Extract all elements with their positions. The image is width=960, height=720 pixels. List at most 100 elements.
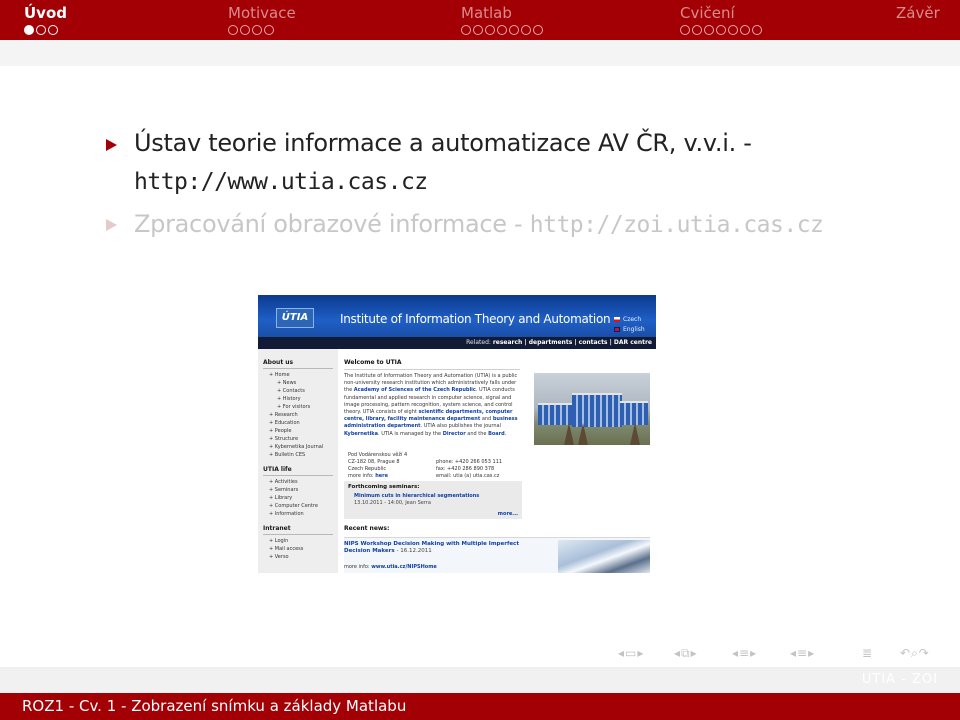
section-next-icon[interactable]: ▸ xyxy=(750,646,756,660)
nav-dots-uvod xyxy=(24,25,58,35)
frame-dot-icon[interactable] xyxy=(240,25,250,35)
frame-prev-icon[interactable]: ◂ xyxy=(674,646,680,660)
nav-section-zaver[interactable]: Závěr xyxy=(896,4,940,22)
czech-flag-icon xyxy=(614,317,620,322)
section-navigation-bar: Úvod Motivace Matlab Cvičení Závěr xyxy=(0,0,960,40)
frame-dot-icon[interactable] xyxy=(509,25,519,35)
related-links[interactable]: research | departments | contacts | DAR … xyxy=(493,339,652,346)
site-sidebar: About us + Home + News + Contacts + Hist… xyxy=(258,349,338,573)
sidebar-link[interactable]: + Research xyxy=(263,411,338,419)
frame-dot-icon[interactable] xyxy=(521,25,531,35)
intro-paragraph: The Institute of Information Theory and … xyxy=(344,373,522,438)
sidebar-link[interactable]: + Information xyxy=(263,510,338,518)
sidebar-intranet: Intranet + Login + Mail access + Verso xyxy=(263,525,338,561)
news-more-link[interactable]: www.utia.cz/NIPSHome xyxy=(371,564,437,570)
frame-dot-icon[interactable] xyxy=(716,25,726,35)
frame-dot-icon[interactable] xyxy=(24,25,34,35)
site-header: ÚTIA Institute of Information Theory and… xyxy=(258,295,656,337)
frame-dot-icon[interactable] xyxy=(461,25,471,35)
search-back-icon[interactable]: ↶ xyxy=(900,646,910,660)
search-icon[interactable]: ⌕ xyxy=(911,646,918,660)
slide-prev-icon[interactable]: ◂ xyxy=(618,646,624,660)
section-icon: ≡ xyxy=(739,646,750,660)
sidebar-link[interactable]: + People xyxy=(263,427,338,435)
sidebar-link[interactable]: + Education xyxy=(263,419,338,427)
frame-dot-icon[interactable] xyxy=(692,25,702,35)
bullet-arrow-icon xyxy=(106,219,117,231)
sidebar-link[interactable]: + News xyxy=(263,379,338,387)
news-item: NIPS Workshop Decision Making with Multi… xyxy=(344,541,534,555)
intro-text: . UTIA is managed by the xyxy=(378,430,443,437)
frame-icon: ⧉ xyxy=(681,646,690,660)
frame-dot-icon[interactable] xyxy=(36,25,46,35)
nav-section: ◂≡▸ xyxy=(732,646,757,660)
sidebar-link[interactable]: + Computer Centre xyxy=(263,502,338,510)
frame-next-icon[interactable]: ▸ xyxy=(691,646,697,660)
nav-section-matlab[interactable]: Matlab xyxy=(461,4,512,22)
frame-dot-icon[interactable] xyxy=(728,25,738,35)
subsection-next-icon[interactable]: ▸ xyxy=(808,646,814,660)
lang-czech[interactable]: Czech xyxy=(614,316,641,323)
sidebar-link[interactable]: + Library xyxy=(263,494,338,502)
sidebar-link[interactable]: + Home xyxy=(263,371,338,379)
seminar-date: 13.10.2011 - 14:00, Jean Serra xyxy=(354,499,431,506)
address-more-link[interactable]: here xyxy=(375,473,388,479)
sidebar-link[interactable]: + Seminars xyxy=(263,486,338,494)
intro-link[interactable]: Director xyxy=(443,431,466,437)
sidebar-link[interactable]: + Contacts xyxy=(263,387,338,395)
frame-dot-icon[interactable] xyxy=(252,25,262,35)
frame-dot-icon[interactable] xyxy=(228,25,238,35)
frame-dot-icon[interactable] xyxy=(533,25,543,35)
nav-subsection: ◂≡▸ xyxy=(790,646,815,660)
news-photo xyxy=(558,540,650,573)
uk-flag-icon xyxy=(614,327,620,332)
frame-dot-icon[interactable] xyxy=(740,25,750,35)
lang-czech-label: Czech xyxy=(623,316,642,323)
nav-align: ≣ xyxy=(862,646,873,660)
sidebar-link[interactable]: + Kybernetika Journal xyxy=(263,443,338,451)
related-prefix: Related: xyxy=(466,339,491,346)
frame-dot-icon[interactable] xyxy=(264,25,274,35)
footer-upper-bar xyxy=(0,667,960,693)
intro-link[interactable]: Academy of Sciences of the Czech Republi… xyxy=(354,387,476,393)
intro-link[interactable]: Board xyxy=(488,431,505,437)
intro-text: . xyxy=(504,430,507,437)
sidebar-link[interactable]: + History xyxy=(263,395,338,403)
lang-english[interactable]: English xyxy=(614,326,645,333)
intro-link[interactable]: Kybernetika xyxy=(344,431,378,437)
address-line: Pod Vodárenskou věží 4 xyxy=(348,452,408,458)
frame-dot-icon[interactable] xyxy=(497,25,507,35)
frame-dot-icon[interactable] xyxy=(48,25,58,35)
nav-section-uvod[interactable]: Úvod xyxy=(24,4,67,22)
email-text[interactable]: email: utia (a) utia.cas.cz xyxy=(436,473,502,480)
item-zoi-url[interactable]: http://zoi.utia.cas.cz xyxy=(530,212,824,238)
sidebar-link[interactable]: + For visitors xyxy=(263,403,338,411)
seminars-box: Forthcoming seminars: Minimum cuts in hi… xyxy=(344,481,522,519)
nav-section-cviceni[interactable]: Cvičení xyxy=(680,4,735,22)
frame-dot-icon[interactable] xyxy=(752,25,762,35)
frame-dot-icon[interactable] xyxy=(473,25,483,35)
postal-address: Pod Vodárenskou věží 4 CZ-182 08, Prague… xyxy=(348,452,407,480)
sidebar-link[interactable]: + Login xyxy=(263,537,338,545)
sidebar-link[interactable]: + Verso xyxy=(263,553,338,561)
site-content: Welcome to UTIA The Institute of Informa… xyxy=(344,359,650,573)
align-icon[interactable]: ≣ xyxy=(862,646,872,660)
frame-dot-icon[interactable] xyxy=(704,25,714,35)
frame-dot-icon[interactable] xyxy=(680,25,690,35)
nav-section-motivace[interactable]: Motivace xyxy=(228,4,296,22)
sidebar-link[interactable]: + Mail access xyxy=(263,545,338,553)
sidebar-link[interactable]: + Structure xyxy=(263,435,338,443)
subsection-prev-icon[interactable]: ◂ xyxy=(790,646,796,660)
frame-dot-icon[interactable] xyxy=(485,25,495,35)
subsection-icon: ≡ xyxy=(797,646,808,660)
sidebar-link[interactable]: + Activities xyxy=(263,478,338,486)
slide-next-icon[interactable]: ▸ xyxy=(637,646,643,660)
sidebar-link[interactable]: + Bulletin CES xyxy=(263,451,338,459)
contact-info: phone: +420 266 053 111 fax: +420 286 89… xyxy=(436,459,502,480)
search-forward-icon[interactable]: ↷ xyxy=(919,646,929,660)
news-box: NIPS Workshop Decision Making with Multi… xyxy=(344,537,650,573)
seminars-more-link[interactable]: more... xyxy=(498,511,518,517)
section-prev-icon[interactable]: ◂ xyxy=(732,646,738,660)
nav-slide: ◂▭▸ xyxy=(618,646,644,660)
item-utia-url[interactable]: http://www.utia.cas.cz xyxy=(134,169,428,195)
